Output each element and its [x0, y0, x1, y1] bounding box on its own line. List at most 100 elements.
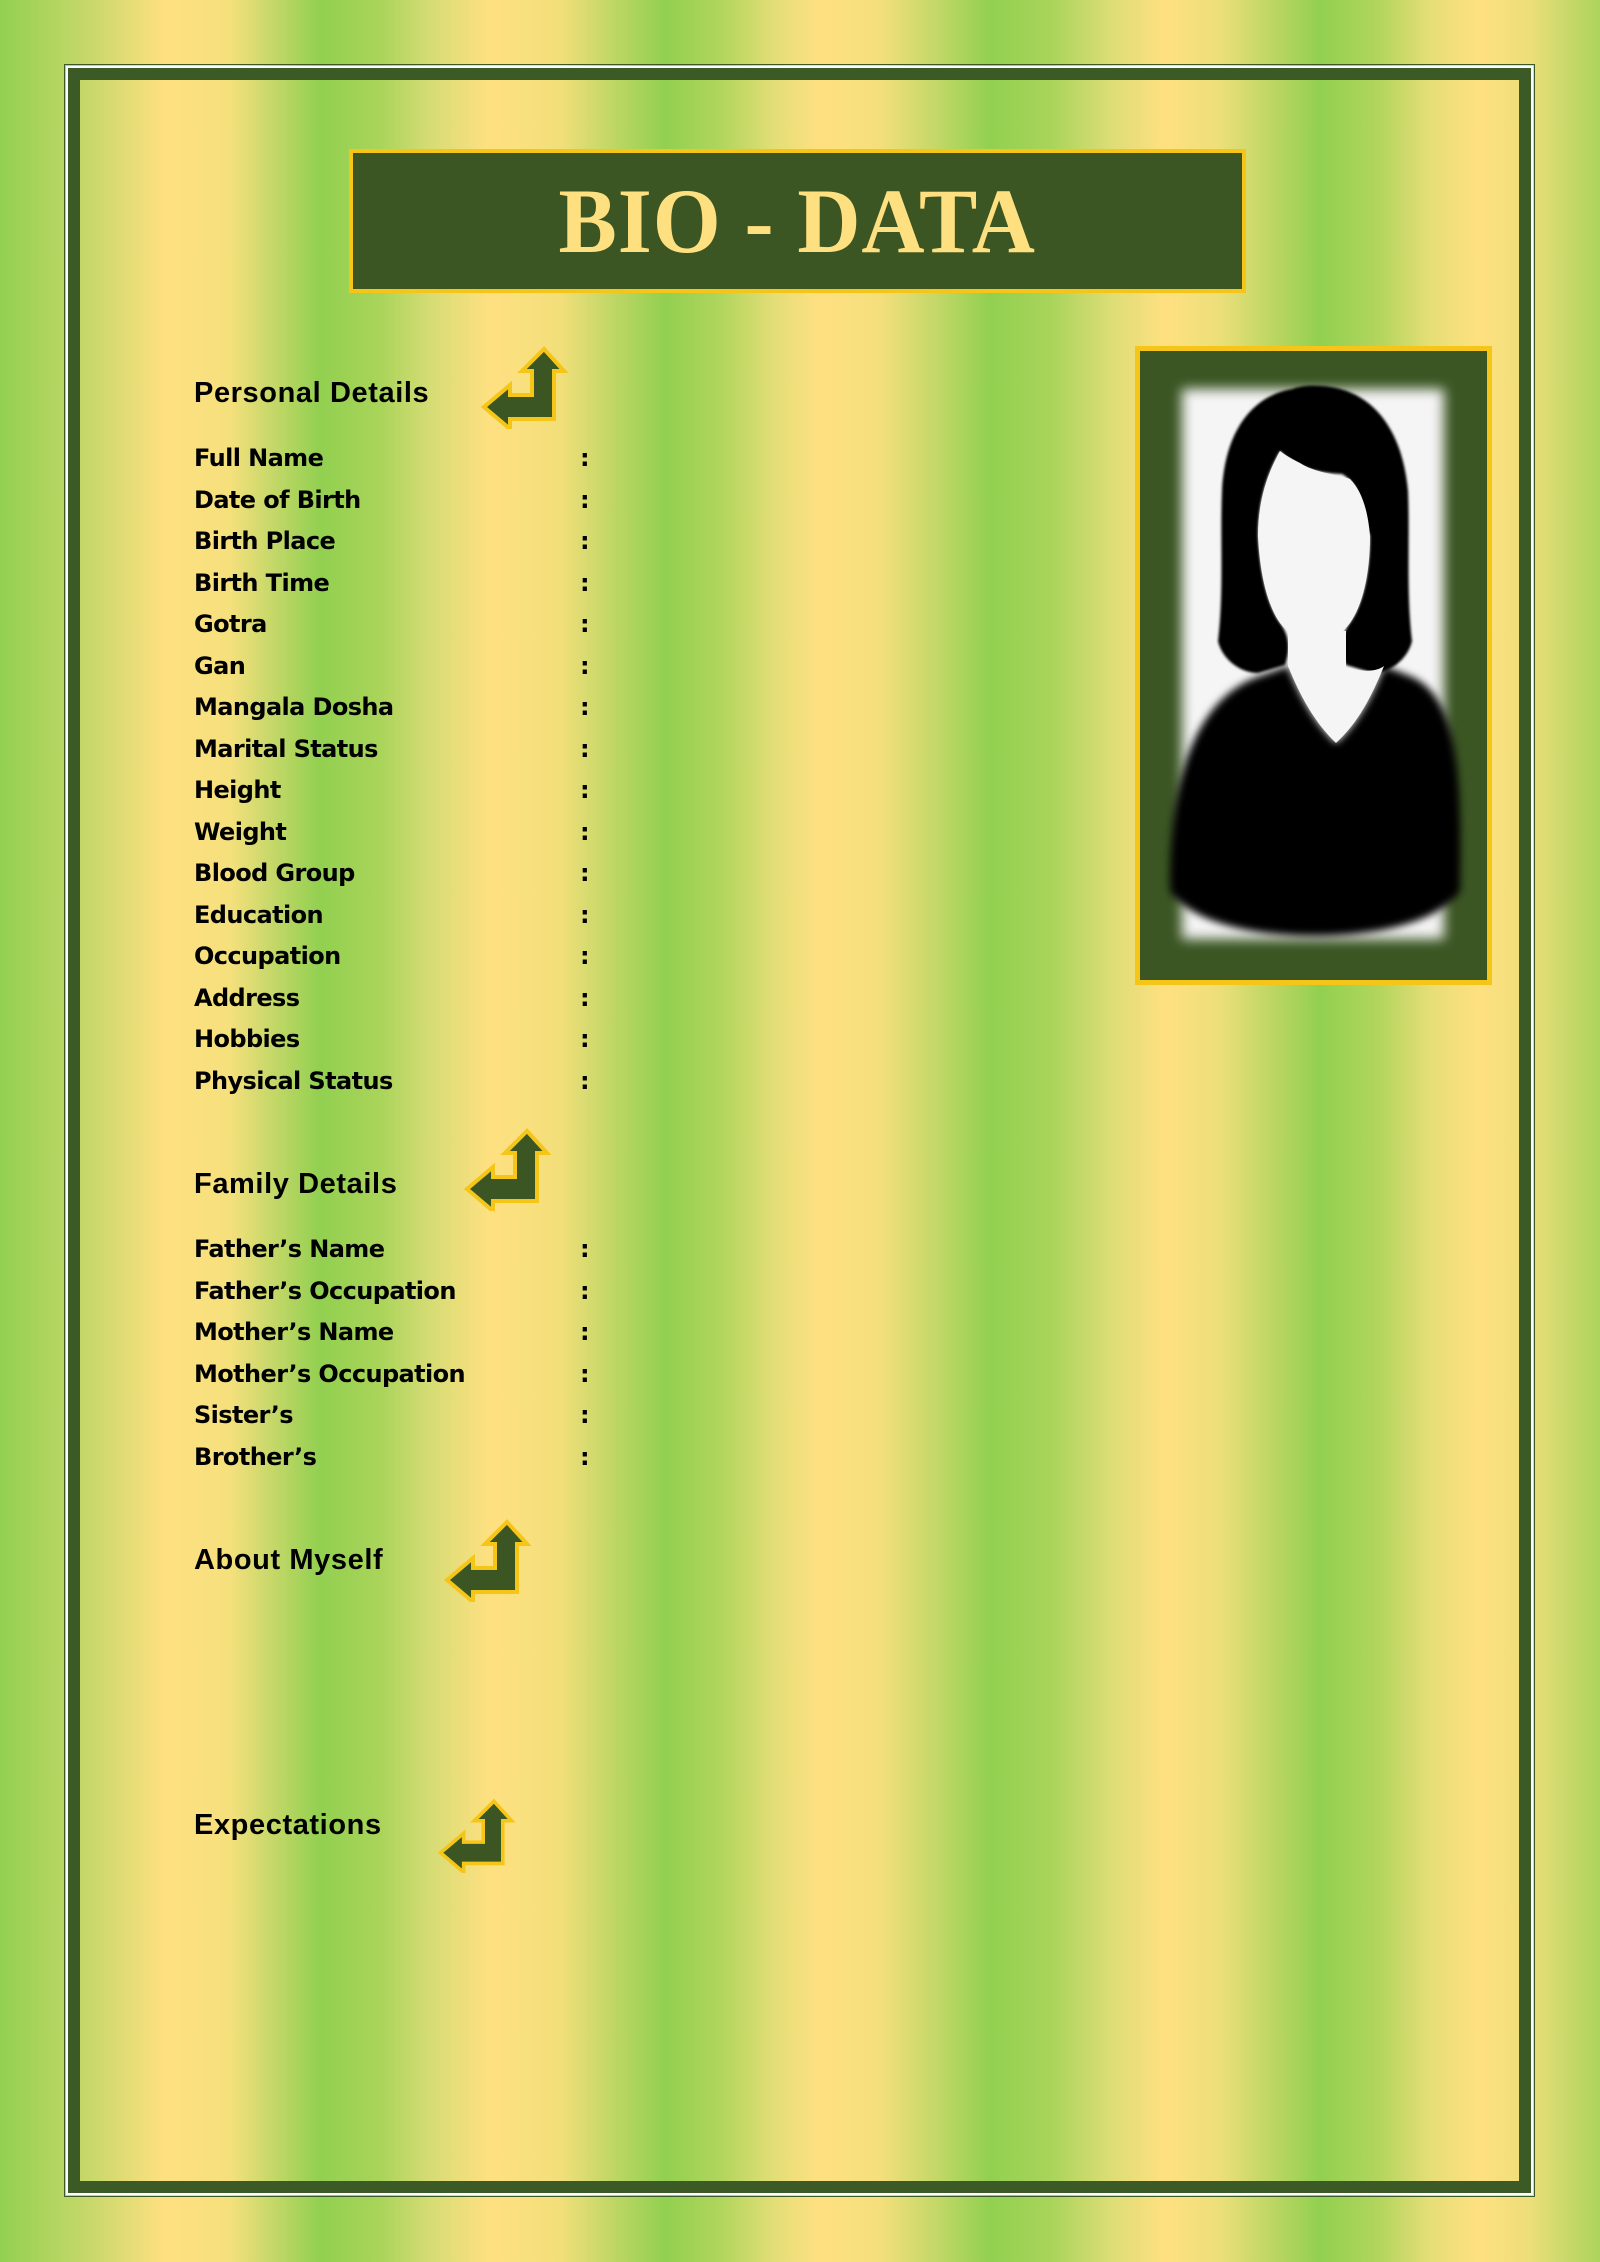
field-separator: : [580, 1276, 590, 1305]
field-label: Physical Status [194, 1066, 393, 1095]
field-separator: : [580, 444, 590, 472]
personal-detail-row: Gotra: [194, 610, 594, 650]
field-value[interactable] [604, 1025, 904, 1057]
field-separator: : [580, 859, 590, 887]
about-myself-heading: About Myself [194, 1544, 384, 1576]
personal-detail-row: Birth Place: [194, 527, 594, 567]
field-label: Date of Birth [194, 485, 361, 514]
field-label: Mangala Dosha [194, 693, 394, 721]
field-value[interactable] [604, 1235, 904, 1267]
expectations-content[interactable] [194, 1870, 1094, 2120]
field-label: Blood Group [194, 859, 355, 887]
title-banner: BIO - DATA [349, 149, 1246, 293]
field-separator: : [580, 610, 590, 638]
field-separator: : [580, 527, 590, 555]
field-value[interactable] [604, 1067, 904, 1099]
field-label: Hobbies [194, 1025, 300, 1053]
field-label: Weight [194, 817, 287, 846]
personal-detail-row: Physical Status: [194, 1067, 594, 1107]
personal-detail-row: Blood Group: [194, 859, 594, 899]
field-value[interactable] [604, 942, 904, 974]
personal-detail-row: Occupation: [194, 942, 594, 982]
field-separator: : [580, 983, 590, 1012]
field-separator: : [580, 1401, 590, 1429]
field-value[interactable] [604, 1401, 904, 1433]
field-label: Father’s Occupation [194, 1276, 456, 1305]
field-separator: : [580, 1359, 590, 1388]
field-separator: : [580, 485, 590, 514]
bent-arrow-icon [463, 1128, 552, 1211]
field-separator: : [580, 942, 590, 970]
family-detail-row: Father’s Occupation: [194, 1277, 594, 1317]
female-avatar-placeholder-icon [1169, 385, 1461, 936]
field-value[interactable] [604, 527, 904, 559]
field-value[interactable] [604, 859, 904, 891]
field-value[interactable] [604, 1443, 904, 1475]
field-value[interactable] [604, 1277, 904, 1309]
field-label: Mother’s Occupation [194, 1359, 466, 1388]
family-details-heading: Family Details [194, 1168, 398, 1200]
field-separator: : [580, 1442, 590, 1471]
field-separator: : [580, 693, 590, 721]
field-label: Marital Status [194, 734, 378, 763]
field-label: Mother’s Name [194, 1318, 394, 1346]
field-separator: : [580, 734, 590, 763]
field-label: Gan [194, 651, 246, 680]
family-detail-row: Brother’s: [194, 1443, 594, 1483]
about-myself-content[interactable] [194, 1600, 1094, 1760]
family-detail-row: Sister’s: [194, 1401, 594, 1441]
field-label: Father’s Name [194, 1235, 385, 1263]
field-separator: : [580, 817, 590, 846]
field-separator: : [580, 900, 590, 929]
field-label: Gotra [194, 610, 267, 638]
personal-detail-row: Date of Birth: [194, 486, 594, 526]
field-separator: : [580, 651, 590, 680]
personal-detail-row: Address: [194, 984, 594, 1024]
field-value[interactable] [604, 693, 904, 725]
field-label: Birth Time [194, 568, 330, 597]
field-value[interactable] [604, 1318, 904, 1350]
personal-detail-row: Gan: [194, 652, 594, 692]
personal-detail-row: Marital Status: [194, 735, 594, 775]
field-value[interactable] [604, 818, 904, 850]
personal-detail-row: Birth Time: [194, 569, 594, 609]
page-title: BIO - DATA [558, 170, 1037, 272]
field-value[interactable] [604, 901, 904, 933]
field-label: Height [194, 776, 281, 804]
bent-arrow-icon [443, 1519, 532, 1602]
field-label: Sister’s [194, 1401, 294, 1429]
field-separator: : [580, 568, 590, 597]
field-value[interactable] [604, 1360, 904, 1392]
field-value[interactable] [604, 486, 904, 518]
field-label: Full Name [194, 444, 324, 472]
field-label: Address [194, 983, 300, 1012]
expectations-heading: Expectations [194, 1809, 382, 1841]
personal-detail-row: Full Name: [194, 444, 594, 484]
field-label: Occupation [194, 942, 341, 970]
photo-frame[interactable] [1135, 346, 1492, 985]
field-value[interactable] [604, 444, 904, 476]
personal-detail-row: Mangala Dosha: [194, 693, 594, 733]
field-separator: : [580, 1025, 590, 1053]
field-separator: : [580, 1066, 590, 1095]
personal-detail-row: Hobbies: [194, 1025, 594, 1065]
bent-arrow-icon [480, 346, 569, 429]
family-detail-row: Father’s Name: [194, 1235, 594, 1275]
field-value[interactable] [604, 569, 904, 601]
personal-detail-row: Height: [194, 776, 594, 816]
field-value[interactable] [604, 735, 904, 767]
field-value[interactable] [604, 776, 904, 808]
field-label: Birth Place [194, 527, 336, 555]
field-value[interactable] [604, 610, 904, 642]
field-separator: : [580, 1235, 590, 1263]
field-value[interactable] [604, 652, 904, 684]
personal-detail-row: Education: [194, 901, 594, 941]
personal-detail-row: Weight: [194, 818, 594, 858]
personal-details-heading: Personal Details [194, 377, 430, 409]
field-separator: : [580, 776, 590, 804]
bent-arrow-icon [437, 1798, 516, 1873]
field-label: Brother’s [194, 1442, 317, 1471]
field-value[interactable] [604, 984, 904, 1016]
family-detail-row: Mother’s Name: [194, 1318, 594, 1358]
field-label: Education [194, 900, 324, 929]
